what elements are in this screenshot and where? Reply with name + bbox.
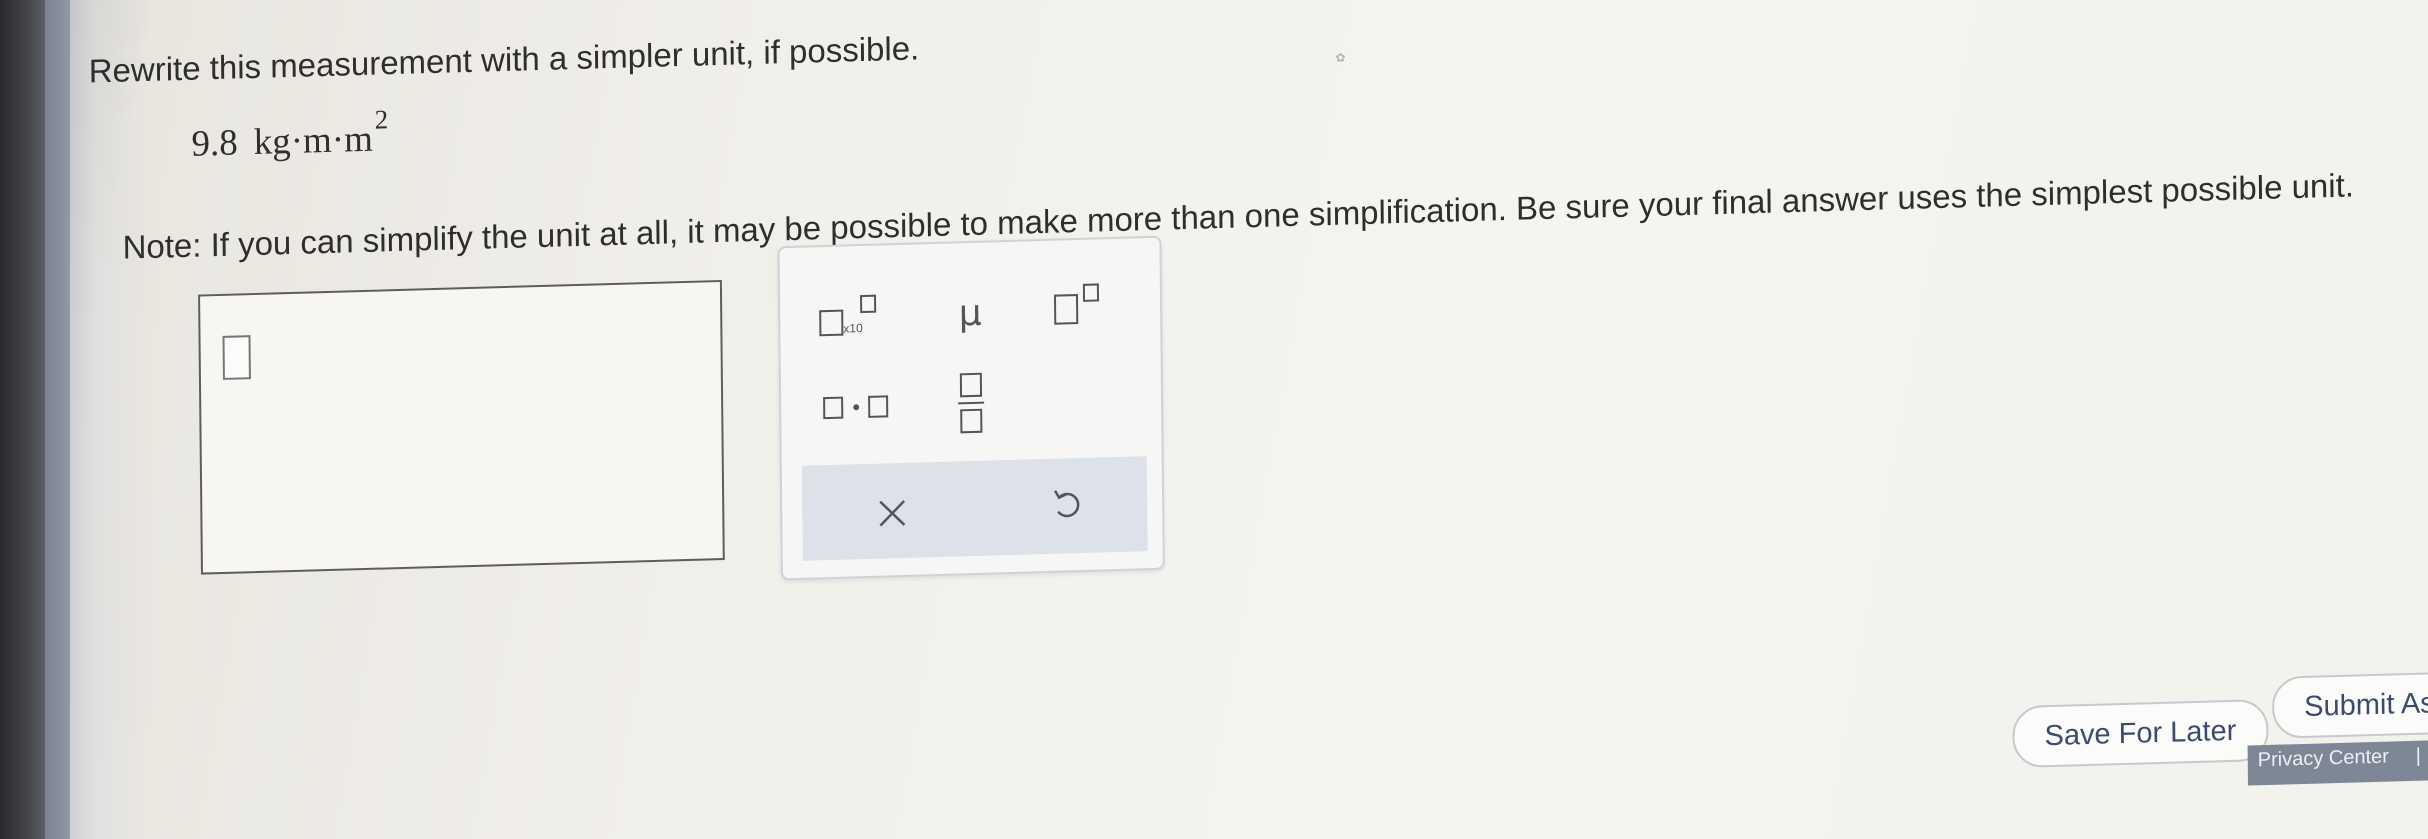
close-icon[interactable] xyxy=(862,482,923,544)
x10-template-icon[interactable]: x10 xyxy=(810,285,891,347)
privacy-center-link[interactable]: Privacy Center xyxy=(2258,746,2389,773)
answer-cursor-placeholder xyxy=(222,335,251,380)
submit-assignment-button[interactable]: Submit As xyxy=(2271,670,2428,739)
mu-symbol-icon[interactable]: μ xyxy=(940,282,1001,344)
undo-icon[interactable] xyxy=(1037,473,1098,535)
measurement-unit: kg·m·m xyxy=(253,118,374,163)
x10-label: x10 xyxy=(843,321,863,336)
footer-separator: | xyxy=(2415,744,2421,767)
screen: Rewrite this measurement with a simpler … xyxy=(0,0,2428,839)
math-palette: x10 μ xyxy=(777,235,1165,581)
question-page: Rewrite this measurement with a simpler … xyxy=(0,0,2428,839)
answer-input[interactable] xyxy=(198,279,725,575)
question-note: Note: If you can simplify the unit at al… xyxy=(122,166,2355,266)
watermark-icon: ✿ xyxy=(1335,50,1346,65)
measurement-value: 9.8 xyxy=(191,122,238,165)
measurement-exponent: 2 xyxy=(374,104,389,135)
palette-actions xyxy=(801,456,1148,561)
superscript-template-icon[interactable] xyxy=(1045,274,1116,336)
fraction-template-icon[interactable] xyxy=(941,362,1002,444)
dot-product-template-icon[interactable] xyxy=(811,375,902,438)
measurement: 9.8 kg·m·m2 xyxy=(191,104,388,166)
save-for-later-button[interactable]: Save For Later xyxy=(2012,698,2269,769)
question-prompt: Rewrite this measurement with a simpler … xyxy=(88,29,920,90)
